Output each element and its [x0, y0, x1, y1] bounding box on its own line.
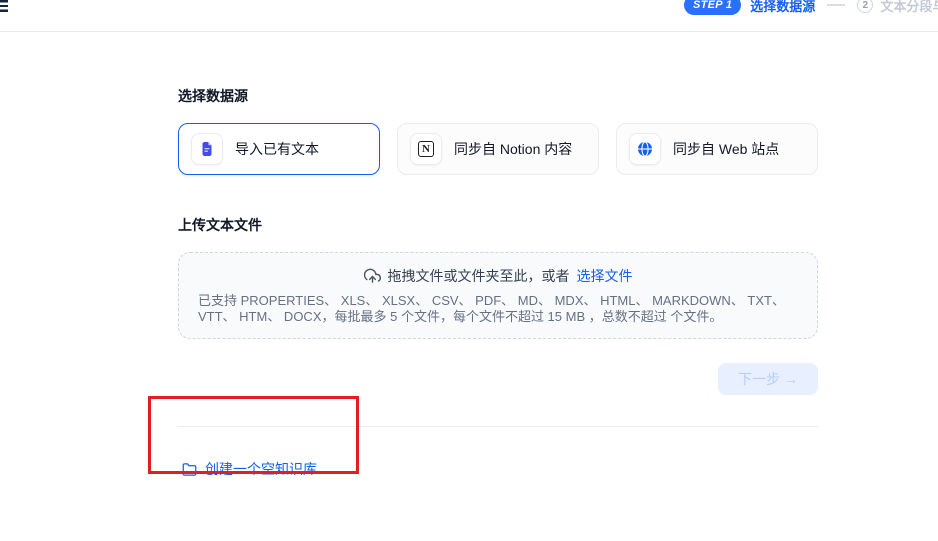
datasource-cards: 导入已有文本 N 同步自 Notion 内容 同步自 Web 站点: [178, 123, 818, 175]
upload-heading: 上传文本文件: [178, 215, 818, 235]
datasource-heading: 选择数据源: [178, 86, 818, 106]
file-dropzone[interactable]: 拖拽文件或文件夹至此，或者 选择文件 已支持 PROPERTIES、 XLS、 …: [178, 252, 818, 339]
step1-badge: STEP 1: [684, 0, 741, 15]
notion-icon: N: [410, 133, 442, 165]
step-connector-line: [827, 4, 845, 6]
dropzone-hint-text: 已支持 PROPERTIES、 XLS、 XLSX、 CSV、 PDF、 MD、…: [198, 293, 798, 325]
create-empty-kb-label: 创建一个空知识库: [205, 459, 317, 479]
file-text-icon: [191, 133, 223, 165]
step1-label: 选择数据源: [750, 0, 815, 15]
top-header: STEP 1 选择数据源 2 文本分段与清洗: [0, 0, 938, 32]
card-label-web: 同步自 Web 站点: [673, 139, 779, 159]
globe-icon: [629, 133, 661, 165]
section-divider: [178, 426, 818, 427]
step-indicator: STEP 1 选择数据源 2 文本分段与清洗: [684, 0, 938, 16]
dropzone-drag-text: 拖拽文件或文件夹至此，或者: [388, 266, 570, 286]
create-empty-kb-link[interactable]: 创建一个空知识库: [182, 459, 317, 479]
card-label-import-text: 导入已有文本: [235, 139, 319, 159]
upload-cloud-icon: [364, 268, 381, 285]
browse-files-link[interactable]: 选择文件: [577, 266, 633, 286]
card-label-notion: 同步自 Notion 内容: [454, 139, 572, 159]
step2-label: 文本分段与清洗: [880, 0, 938, 15]
next-step-button[interactable]: 下一步 →: [718, 363, 818, 395]
datasource-card-web[interactable]: 同步自 Web 站点: [616, 123, 818, 175]
datasource-card-import-text[interactable]: 导入已有文本: [178, 123, 380, 175]
clipped-text-fragment: [0, 0, 8, 13]
main-content: 选择数据源 导入已有文本 N 同步自 Notion 内容: [178, 32, 818, 482]
folder-icon: [182, 462, 197, 477]
datasource-card-notion[interactable]: N 同步自 Notion 内容: [397, 123, 599, 175]
step2-circle: 2: [857, 0, 873, 13]
